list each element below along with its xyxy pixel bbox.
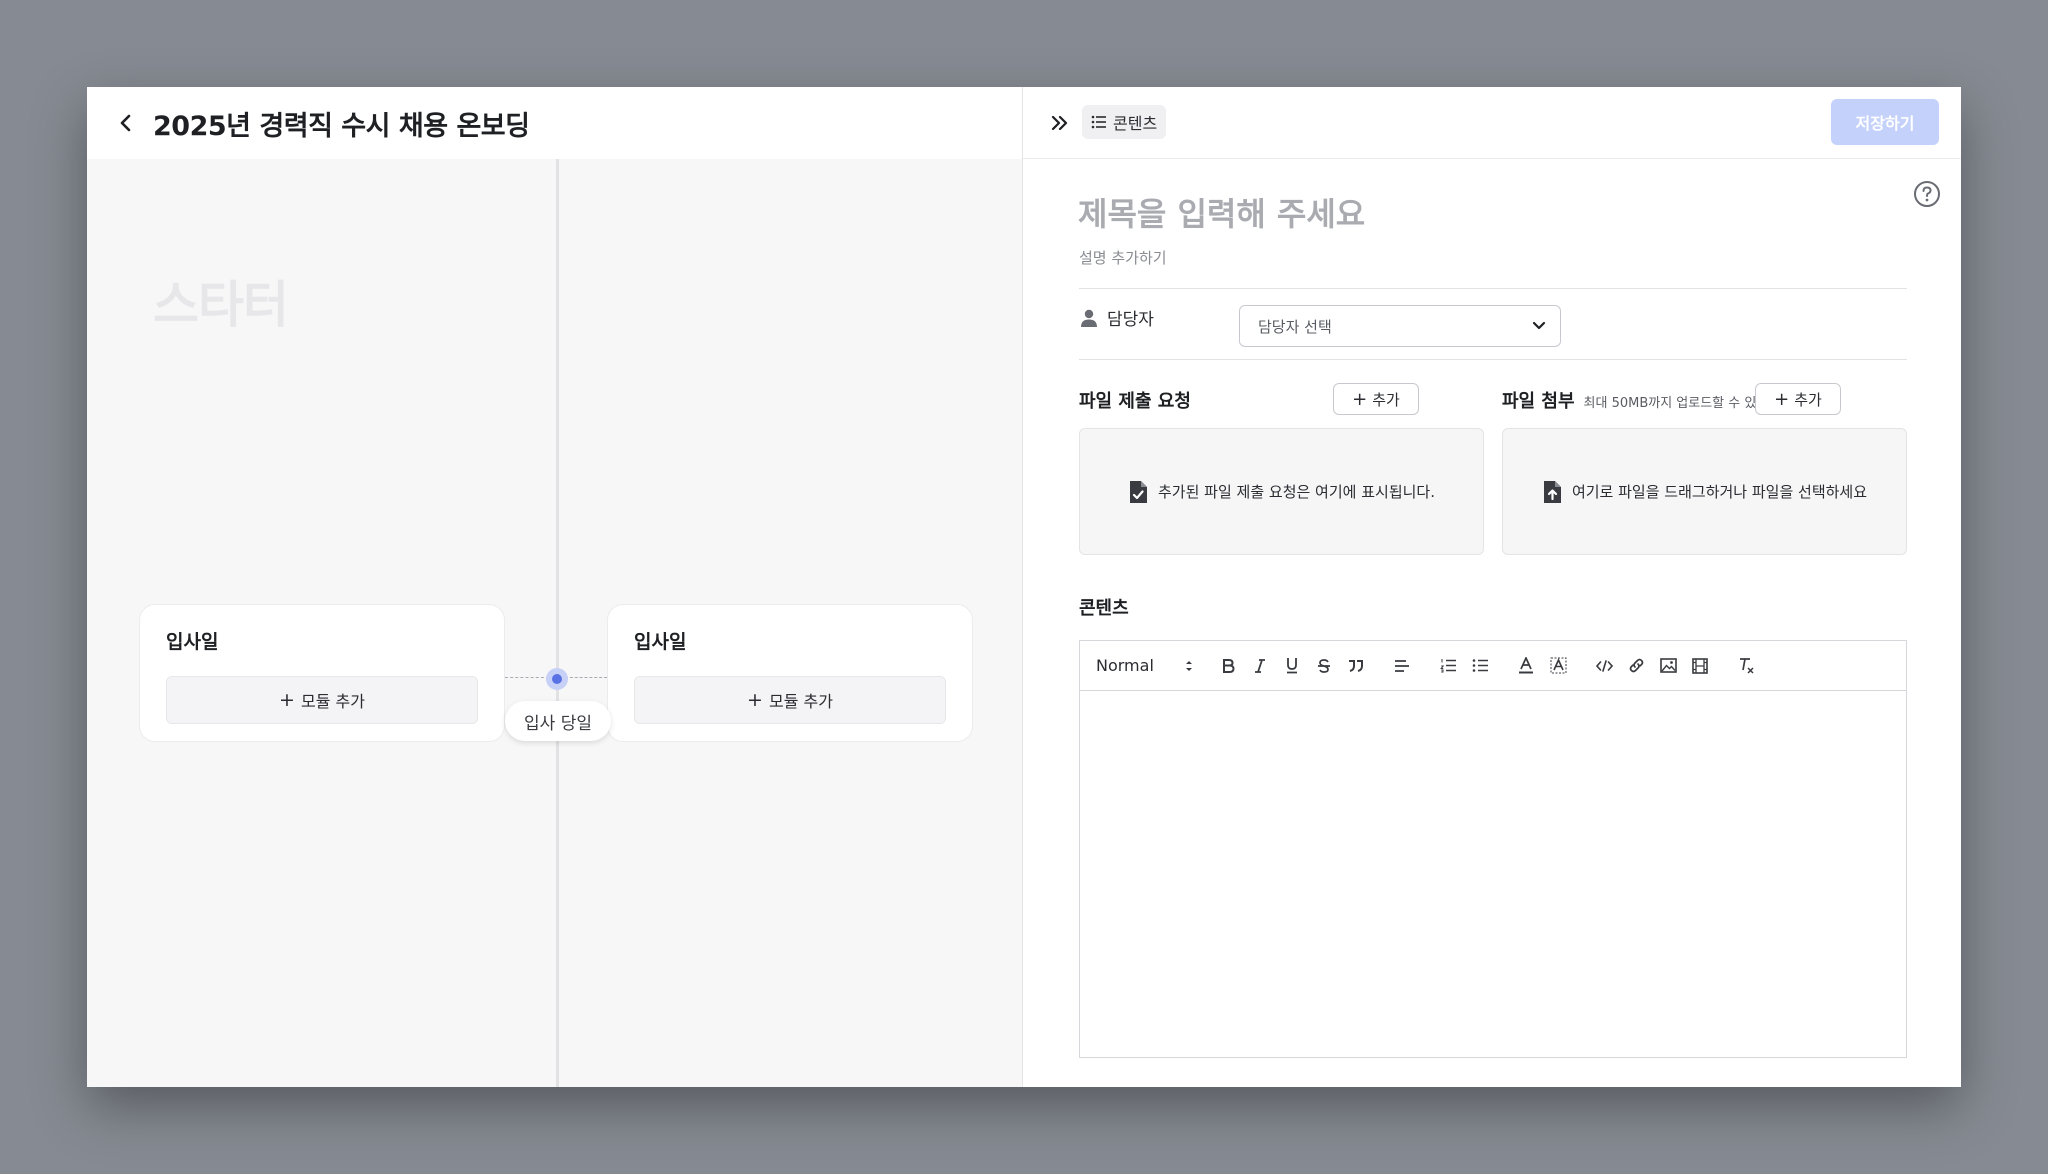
add-module-button[interactable]: + 모듈 추가 — [634, 676, 946, 724]
image-button[interactable] — [1652, 651, 1684, 681]
add-file-attach-button[interactable]: + 추가 — [1755, 383, 1841, 415]
highlight-icon — [1550, 657, 1566, 674]
double-chevron-right-icon — [1051, 115, 1068, 131]
tab-label: 콘텐츠 — [1113, 114, 1158, 133]
assignee-select-value: 담당자 선택 — [1258, 317, 1332, 336]
sort-arrows-icon — [1186, 660, 1192, 671]
align-left-icon — [1395, 659, 1409, 672]
card-title: 입사일 — [166, 631, 219, 653]
file-request-title: 파일 제출 요청 — [1079, 391, 1191, 412]
person-icon — [1081, 309, 1097, 327]
image-icon — [1659, 658, 1677, 673]
assignee-select[interactable]: 담당자 선택 — [1239, 305, 1561, 347]
panel-header: 콘텐츠 저장하기 — [1023, 87, 1961, 159]
strikethrough-button[interactable] — [1308, 651, 1340, 681]
video-button[interactable] — [1684, 651, 1716, 681]
add-label: 추가 — [1794, 390, 1822, 409]
plus-icon: + — [1774, 388, 1790, 410]
stage-card-left: 입사일 + 모듈 추가 — [139, 604, 505, 742]
app-window: 2025년 경력직 수시 채용 온보딩 스타터 입사일 + 모듈 추가 입사일 … — [87, 87, 1961, 1087]
underline-icon — [1287, 658, 1297, 674]
blockquote-button[interactable] — [1340, 651, 1372, 681]
file-request-empty-state: 추가된 파일 제출 요청은 여기에 표시됩니다. — [1079, 428, 1484, 555]
editor-content-area[interactable] — [1080, 691, 1906, 1057]
chevron-left-icon — [120, 114, 131, 132]
text-color-button[interactable] — [1510, 651, 1542, 681]
file-upload-icon — [1543, 480, 1561, 503]
add-label: 추가 — [1372, 390, 1400, 409]
bold-button[interactable] — [1212, 651, 1244, 681]
timeline-node-dot — [552, 674, 562, 684]
connector-line-left — [505, 677, 549, 678]
save-button[interactable]: 저장하기 — [1831, 99, 1939, 145]
chevron-down-icon — [1532, 321, 1546, 330]
rich-text-editor: Normal — [1079, 640, 1907, 1058]
page-header: 2025년 경력직 수시 채용 온보딩 — [87, 87, 1022, 159]
add-module-label: 모듈 추가 — [300, 692, 365, 711]
list-icon — [1091, 115, 1106, 129]
stage-label: 스타터 — [153, 276, 289, 334]
editor-toolbar: Normal — [1080, 641, 1906, 691]
back-button[interactable] — [111, 108, 141, 138]
clear-format-button[interactable] — [1730, 651, 1762, 681]
format-select-value: Normal — [1096, 656, 1154, 675]
underline-button[interactable] — [1276, 651, 1308, 681]
plus-icon: + — [279, 689, 295, 711]
align-button[interactable] — [1386, 651, 1418, 681]
file-drop-zone[interactable]: 여기로 파일을 드래그하거나 파일을 선택하세요 — [1502, 428, 1907, 555]
quote-icon — [1349, 659, 1363, 672]
ordered-list-icon — [1439, 659, 1456, 673]
code-button[interactable] — [1588, 651, 1620, 681]
ordered-list-button[interactable] — [1432, 651, 1464, 681]
film-icon — [1692, 657, 1708, 674]
add-file-request-button[interactable]: + 추가 — [1333, 383, 1419, 415]
plus-icon: + — [747, 689, 763, 711]
bullet-list-button[interactable] — [1464, 651, 1496, 681]
content-section-title: 콘텐츠 — [1079, 598, 1129, 619]
file-check-icon — [1129, 480, 1147, 503]
background-color-button[interactable] — [1542, 651, 1574, 681]
assignee-label: 담당자 — [1079, 305, 1154, 330]
italic-icon — [1255, 658, 1265, 673]
link-button[interactable] — [1620, 651, 1652, 681]
bold-icon — [1223, 658, 1235, 673]
divider — [1079, 288, 1907, 289]
tab-content[interactable]: 콘텐츠 — [1082, 105, 1167, 139]
file-attach-title-text: 파일 첨부 — [1502, 391, 1575, 412]
file-drop-text: 여기로 파일을 드래그하거나 파일을 선택하세요 — [1571, 483, 1868, 501]
text-color-icon — [1519, 657, 1533, 674]
title-input[interactable] — [1078, 191, 1838, 237]
add-module-label: 모듈 추가 — [768, 692, 833, 711]
strikethrough-icon — [1318, 658, 1330, 673]
italic-button[interactable] — [1244, 651, 1276, 681]
code-icon — [1595, 659, 1613, 672]
link-icon — [1629, 658, 1643, 673]
stage-card-right: 입사일 + 모듈 추가 — [607, 604, 973, 742]
add-description-link[interactable]: 설명 추가하기 — [1079, 247, 1167, 268]
timeline-divider — [556, 159, 559, 1087]
assignee-label-text: 담당자 — [1107, 310, 1154, 330]
help-icon[interactable] — [1913, 180, 1941, 208]
file-attach-title: 파일 첨부 최대 50MB까지 업로드할 수 있습니다 — [1502, 387, 1792, 413]
connector-line-right — [565, 677, 607, 678]
page-title: 2025년 경력직 수시 채용 온보딩 — [153, 110, 530, 142]
content-editor-panel: 콘텐츠 저장하기 설명 추가하기 담당자 담당자 선택 파일 제출 요 — [1023, 87, 1961, 1087]
format-select[interactable]: Normal — [1092, 651, 1198, 681]
divider — [1079, 359, 1907, 360]
timeline-node[interactable] — [546, 668, 568, 690]
day-marker-label: 입사 당일 — [505, 701, 611, 741]
plus-icon: + — [1352, 388, 1368, 410]
collapse-panel-button[interactable] — [1047, 110, 1073, 136]
file-request-empty-text: 추가된 파일 제출 요청은 여기에 표시됩니다. — [1157, 483, 1435, 501]
journey-canvas: 2025년 경력직 수시 채용 온보딩 스타터 입사일 + 모듈 추가 입사일 … — [87, 87, 1023, 1087]
clear-format-icon — [1739, 658, 1754, 674]
bullet-list-icon — [1472, 659, 1488, 672]
card-title: 입사일 — [634, 631, 687, 653]
add-module-button[interactable]: + 모듈 추가 — [166, 676, 478, 724]
